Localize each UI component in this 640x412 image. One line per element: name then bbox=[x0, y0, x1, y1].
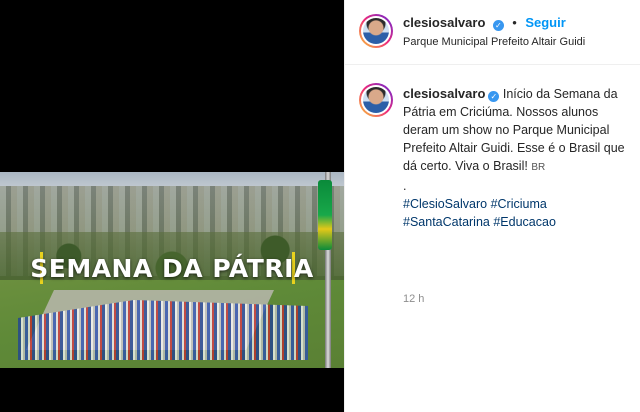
video-flag bbox=[318, 180, 332, 250]
avatar-ring bbox=[361, 16, 391, 46]
caption-username[interactable]: clesiosalvaro bbox=[403, 86, 485, 101]
hashtag-link[interactable]: #Criciuma bbox=[491, 197, 547, 211]
caption-avatar[interactable] bbox=[359, 83, 393, 117]
post-timestamp[interactable]: 12 h bbox=[403, 293, 424, 305]
location-link[interactable]: Parque Municipal Prefeito Altair Guidi bbox=[403, 36, 585, 48]
header-username[interactable]: clesiosalvaro bbox=[403, 15, 485, 30]
hashtag-link[interactable]: #ClesioSalvaro bbox=[403, 197, 487, 211]
post-media-panel: SEMANA DA PÁTRIA bbox=[0, 0, 344, 412]
profile-avatar[interactable] bbox=[359, 14, 393, 48]
caption-dot-line: . bbox=[403, 179, 407, 193]
verified-badge-icon: ✓ bbox=[492, 20, 504, 31]
post-header: clesiosalvaro ✓ • Seguir Parque Municipa… bbox=[345, 0, 640, 65]
caption-flag: BR bbox=[531, 162, 546, 173]
caption-avatar-image bbox=[363, 87, 389, 113]
header-user-row: clesiosalvaro ✓ • Seguir bbox=[403, 14, 566, 32]
hashtag-link[interactable]: #SantaCatarina bbox=[403, 215, 490, 229]
follow-button[interactable]: Seguir bbox=[525, 15, 565, 30]
caption-verified-badge-icon: ✓ bbox=[488, 91, 500, 102]
post-side-panel: clesiosalvaro ✓ • Seguir Parque Municipa… bbox=[344, 0, 640, 412]
header-separator: • bbox=[512, 15, 517, 30]
post-video[interactable]: SEMANA DA PÁTRIA bbox=[0, 172, 344, 368]
caption-text-block: clesiosalvaro ✓ Início da Semana da Pátri… bbox=[403, 85, 629, 231]
caption-avatar-ring bbox=[361, 85, 391, 115]
video-overlay-title: SEMANA DA PÁTRIA bbox=[30, 254, 314, 283]
hashtag-link[interactable]: #Educacao bbox=[493, 215, 556, 229]
avatar-image bbox=[363, 18, 389, 44]
